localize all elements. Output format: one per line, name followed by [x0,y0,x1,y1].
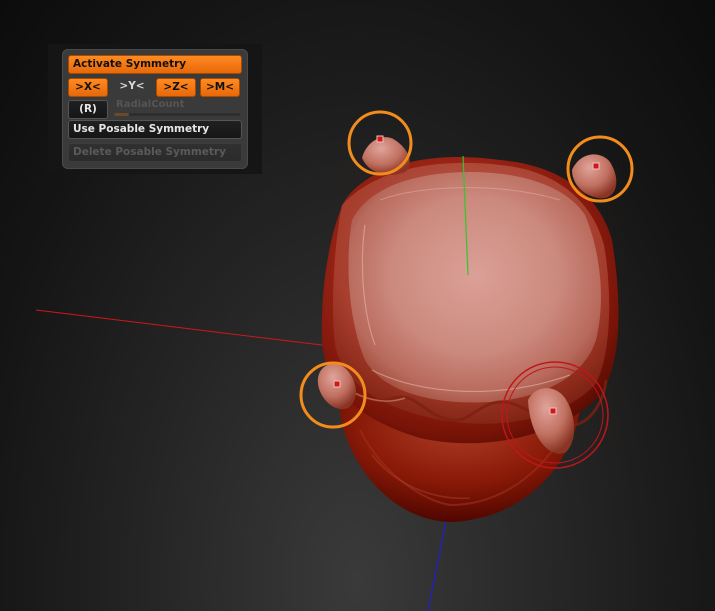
activate-symmetry-button[interactable]: Activate Symmetry [68,55,242,74]
symmetry-point-bottom-left [333,380,341,388]
symmetry-panel-backdrop: Activate Symmetry >X< >Y< >Z< >M< (R) Ra… [48,44,262,174]
delete-posable-symmetry-button: Delete Posable Symmetry [68,143,242,162]
radial-count-slider-fill [114,113,130,116]
radial-count-label: RadialCount [116,99,185,110]
x-axis-line [35,309,331,347]
radial-toggle-button[interactable]: (R) [68,100,108,119]
radial-count-slider[interactable] [114,113,240,116]
symmetry-panel: Activate Symmetry >X< >Y< >Z< >M< (R) Ra… [62,49,248,169]
axis-y-toggle[interactable]: >Y< [112,78,152,97]
axis-z-toggle[interactable]: >Z< [156,78,196,97]
symmetry-point-top-right [592,162,600,170]
canvas-viewport[interactable]: Activate Symmetry >X< >Y< >Z< >M< (R) Ra… [0,0,715,611]
axis-x-toggle[interactable]: >X< [68,78,108,97]
use-posable-symmetry-button[interactable]: Use Posable Symmetry [68,120,242,139]
axis-m-toggle[interactable]: >M< [200,78,240,97]
symmetry-point-bottom-right [549,407,557,415]
symmetry-point-top-left [376,135,384,143]
